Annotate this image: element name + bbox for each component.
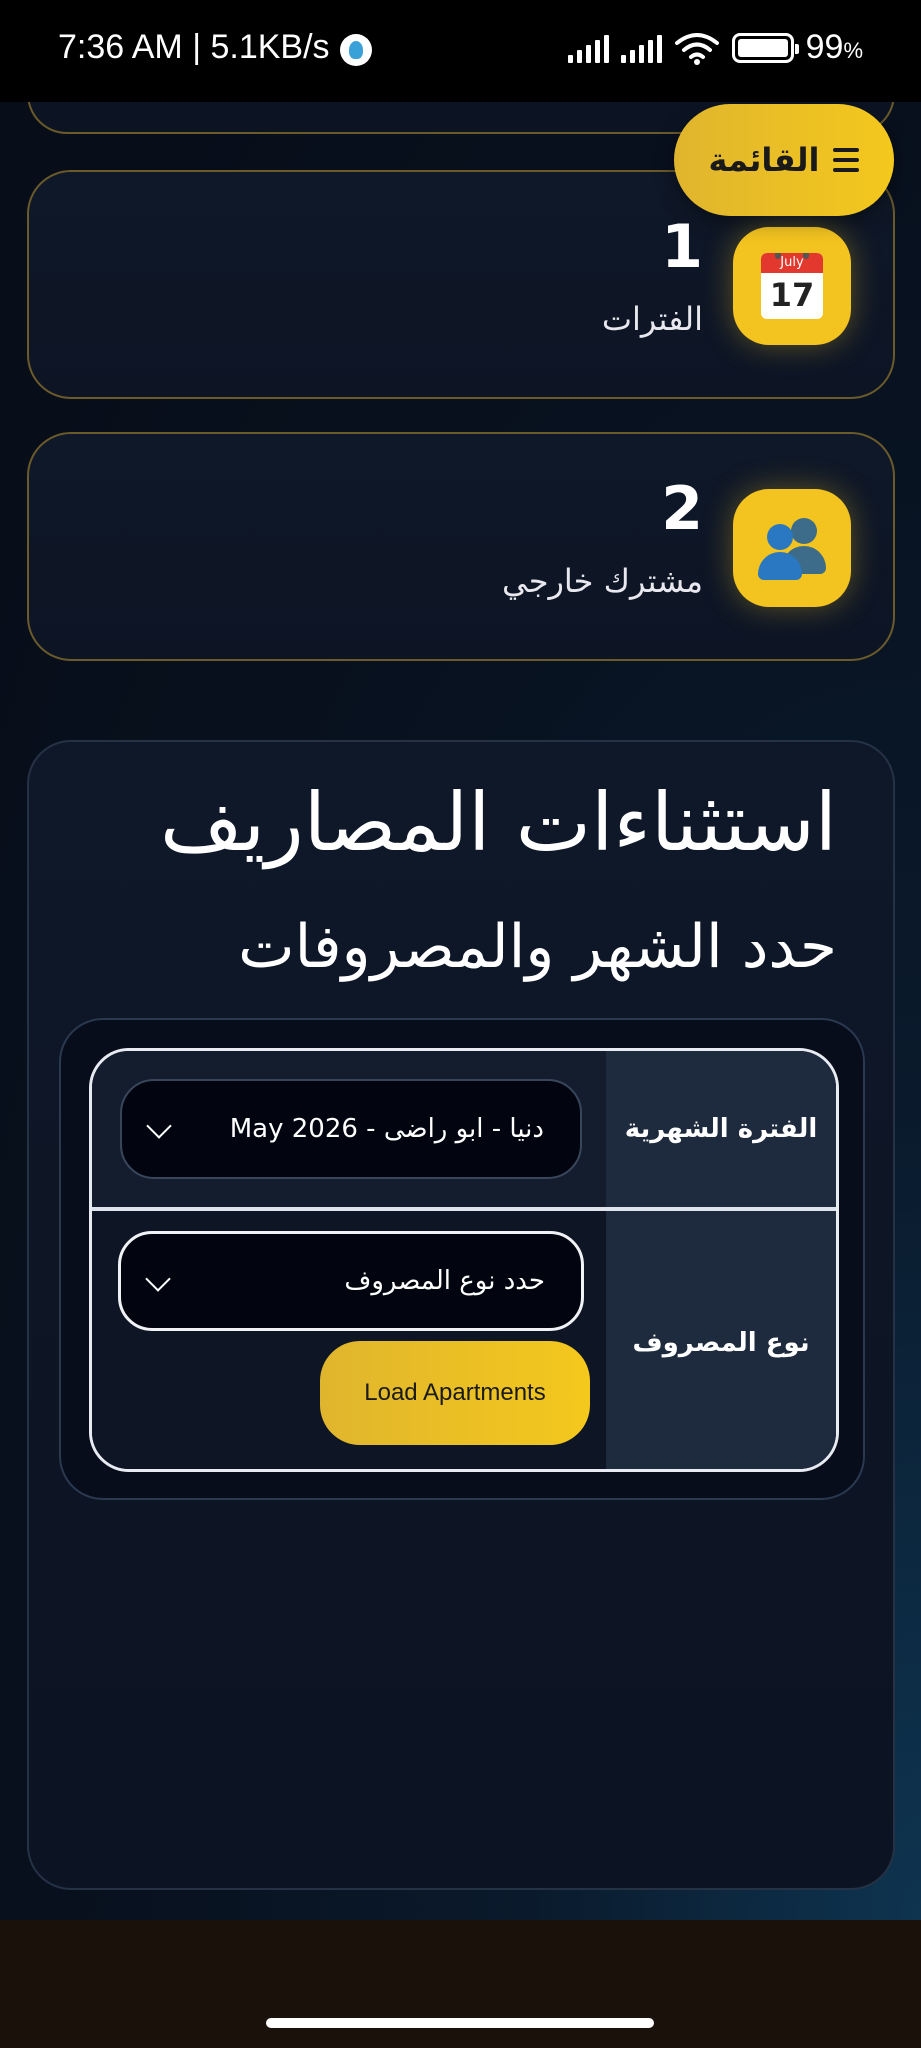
menu-button[interactable]: القائمة [674, 104, 894, 216]
stat-value: 2 [661, 474, 703, 544]
period-row: الفترة الشهرية دنيا - ابو راضى - May 202… [92, 1051, 836, 1207]
expense-type-select[interactable]: حدد نوع المصروف [118, 1231, 584, 1331]
calendar-icon: July 17 [733, 227, 851, 345]
status-bar: 7:36 AM | 5.1KB/s 99% [0, 0, 921, 102]
period-label: الفترة الشهرية [606, 1051, 836, 1207]
expense-type-row: نوع المصروف حدد نوع المصروف Load Apartme… [92, 1211, 836, 1469]
stat-card-external-subscriber[interactable]: 2 مشترك خارجي [27, 432, 895, 661]
form-container: الفترة الشهرية دنيا - ابو راضى - May 202… [59, 1018, 865, 1500]
period-select[interactable]: دنيا - ابو راضى - May 2026 [120, 1079, 582, 1179]
period-select-value: دنيا - ابو راضى - May 2026 [229, 1114, 544, 1144]
menu-label: القائمة [708, 141, 820, 179]
notification-app-icon [339, 33, 372, 66]
hamburger-icon [833, 148, 860, 172]
calendar-month: July [761, 253, 823, 273]
app-screen: July 17 1 الفترات 2 مشترك خارجي القائمة … [0, 0, 921, 1920]
stat-value: 1 [661, 212, 703, 282]
calendar-day: 17 [769, 276, 815, 314]
status-time-speed: 7:36 AM | 5.1KB/s [58, 28, 330, 66]
chevron-down-icon [145, 1266, 171, 1292]
page-title: استثناءات المصاريف [160, 776, 837, 869]
home-indicator[interactable] [266, 2018, 654, 2028]
expense-type-label: نوع المصروف [606, 1211, 836, 1469]
chevron-down-icon [146, 1113, 172, 1139]
battery-percent: 99% [805, 28, 863, 66]
navigation-bar [0, 1920, 921, 2048]
stat-label: مشترك خارجي [502, 562, 703, 600]
people-icon [733, 489, 851, 607]
form-table: الفترة الشهرية دنيا - ابو راضى - May 202… [89, 1048, 839, 1472]
stat-label: الفترات [601, 300, 703, 338]
expense-exceptions-panel: استثناءات المصاريف حدد الشهر والمصروفات … [27, 740, 895, 1890]
load-apartments-button[interactable]: Load Apartments [320, 1341, 590, 1445]
battery-icon [731, 32, 799, 63]
signal-icon [567, 33, 609, 63]
signal-icon [620, 33, 662, 63]
expense-type-select-value: حدد نوع المصروف [344, 1266, 545, 1296]
page-subtitle: حدد الشهر والمصروفات [238, 912, 837, 982]
wifi-icon [674, 32, 719, 65]
